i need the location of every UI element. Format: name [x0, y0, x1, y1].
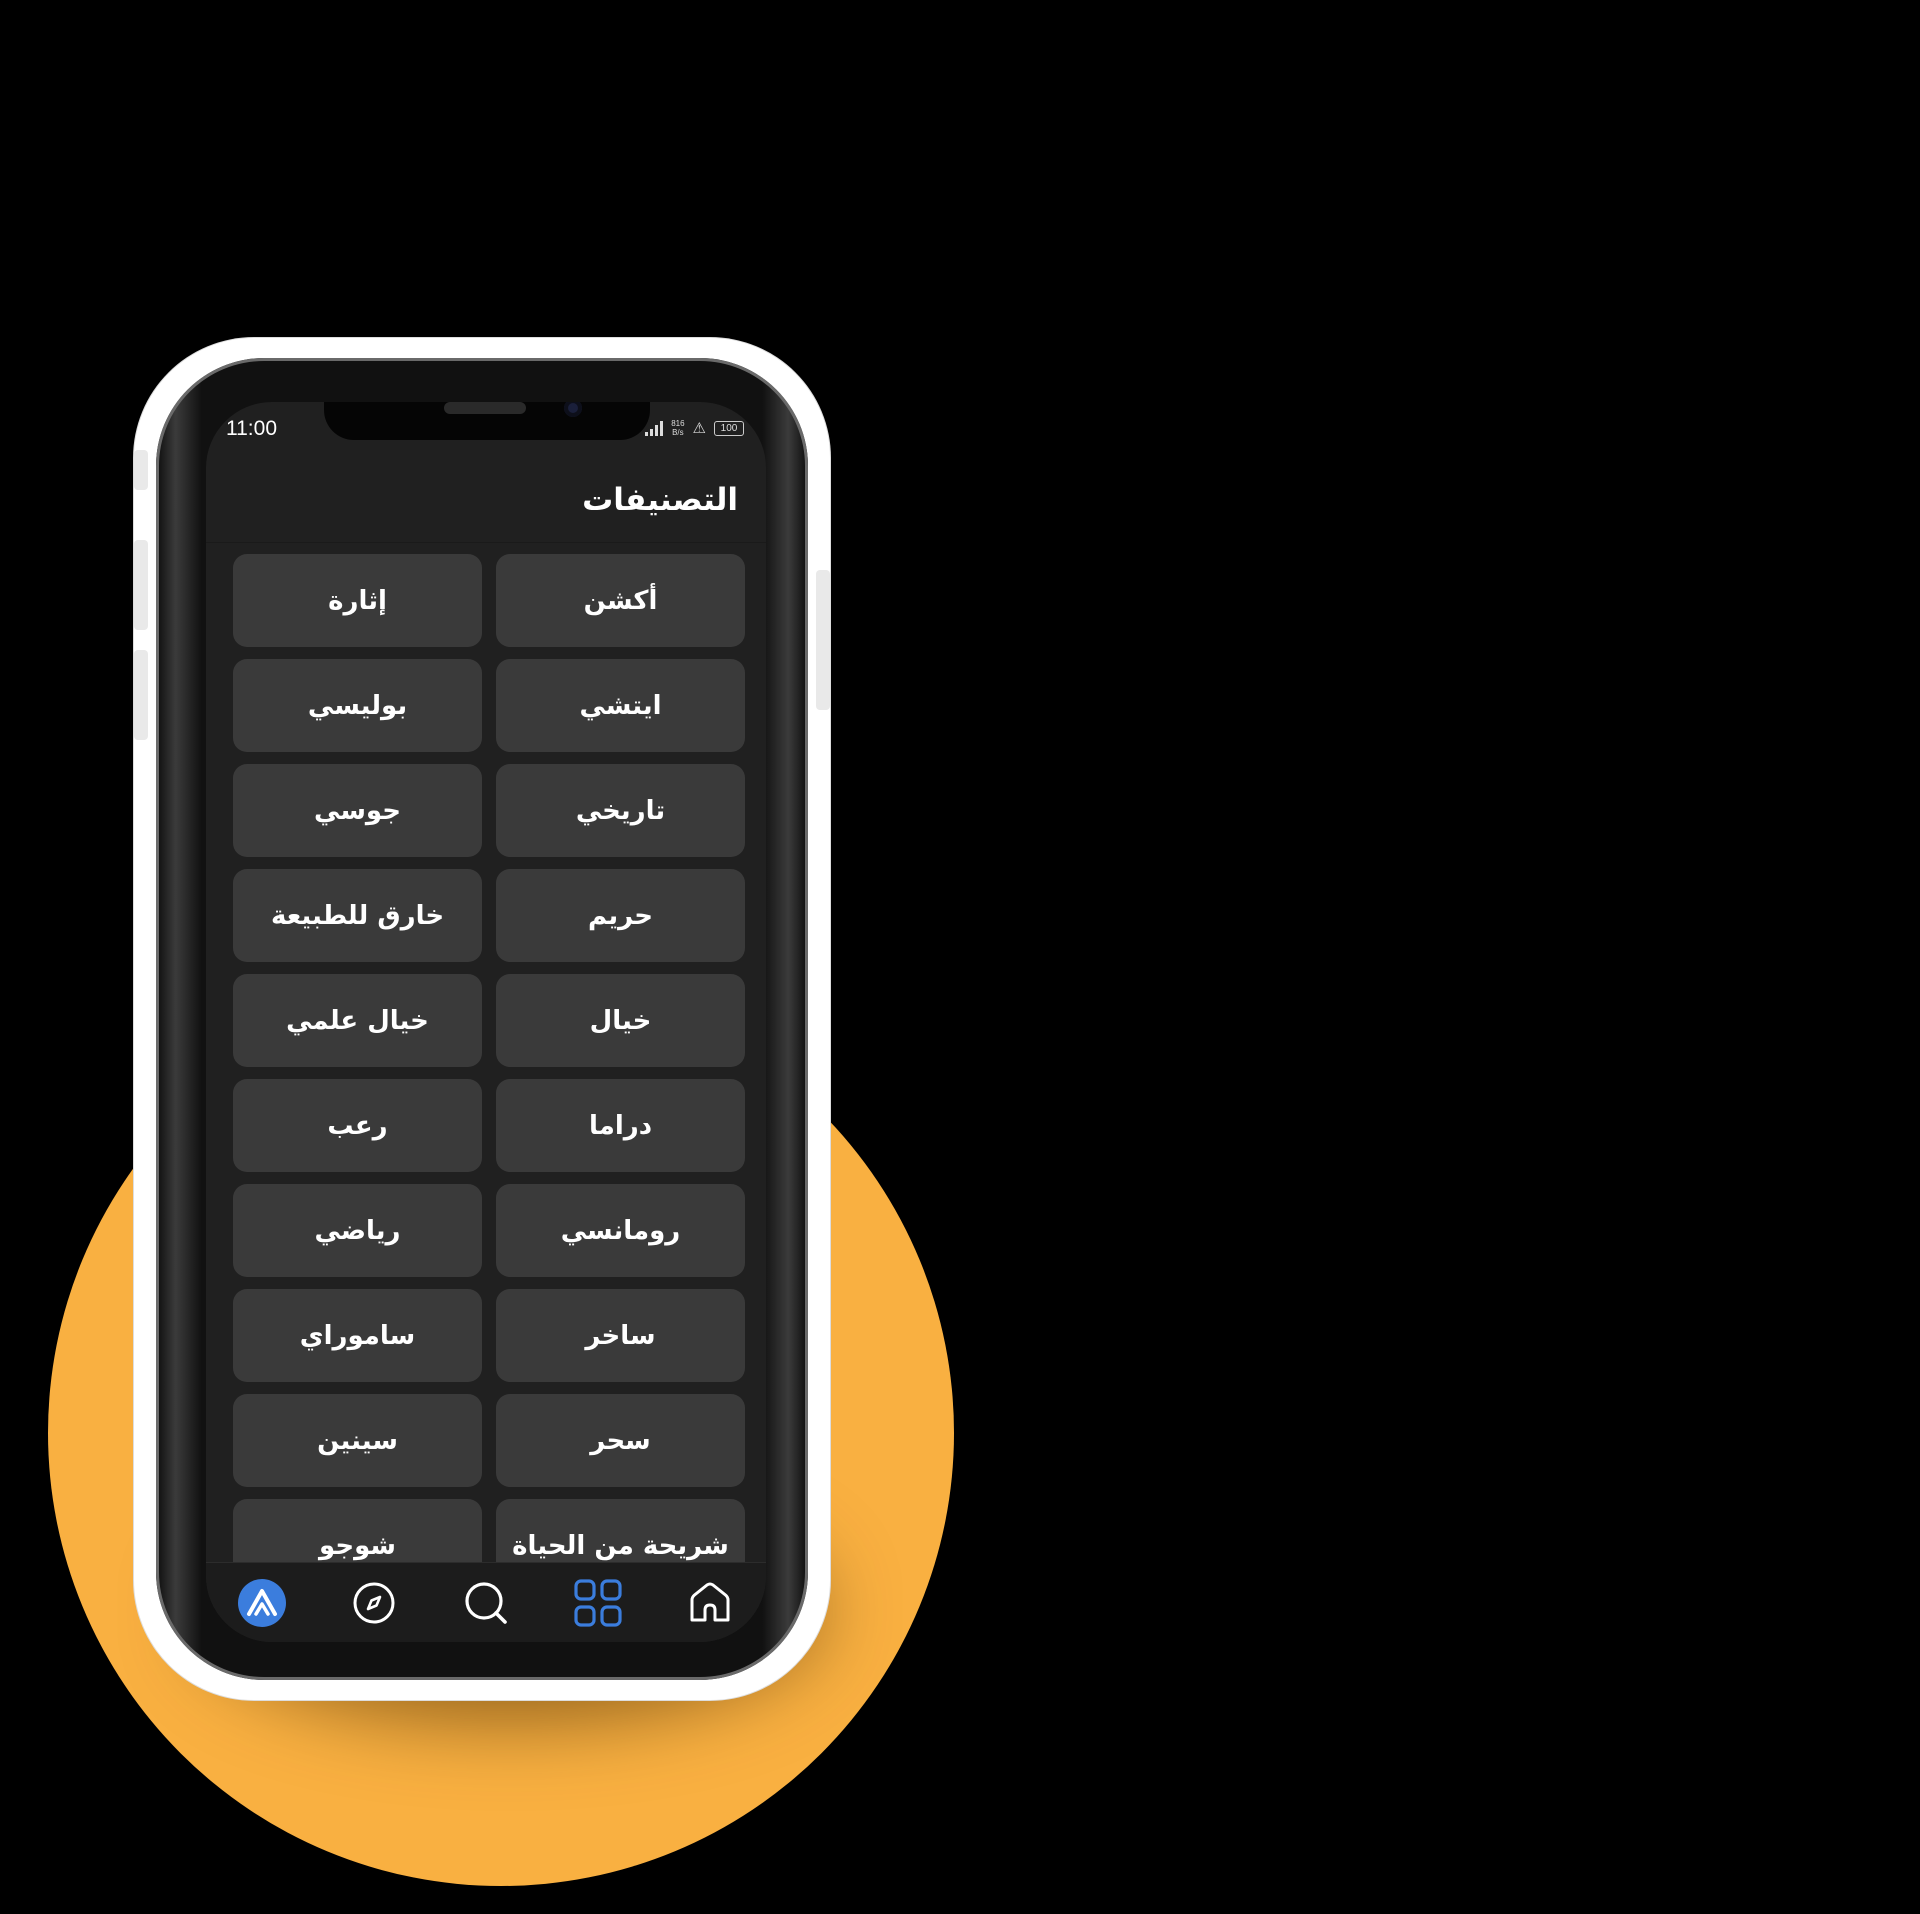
nav-search[interactable] [451, 1568, 521, 1638]
nav-home[interactable] [675, 1568, 745, 1638]
front-camera [564, 402, 582, 417]
categories-grid: أكشن إثارة ايتشي بوليسي تاريخي جوسي حريم… [233, 554, 745, 1592]
category-button-historical[interactable]: تاريخي [496, 764, 745, 857]
app-logo-icon [238, 1579, 286, 1627]
category-button-sci-fi[interactable]: خيال علمي [233, 974, 482, 1067]
phone-screen: 11:00 816 B/s ⚠ 100 التصنيفات أكشن إثارة… [206, 402, 766, 1642]
category-button-drama[interactable]: دراما [496, 1079, 745, 1172]
category-button-seinen[interactable]: سينين [233, 1394, 482, 1487]
category-button-samurai[interactable]: ساموراي [233, 1289, 482, 1382]
network-speed: 816 B/s [671, 419, 684, 437]
earpiece-speaker [444, 402, 526, 414]
battery-icon: 100 [714, 420, 744, 436]
category-button-police[interactable]: بوليسي [233, 659, 482, 752]
status-time: 11:00 [226, 417, 277, 440]
home-icon [690, 1582, 730, 1622]
category-button-sports[interactable]: رياضي [233, 1184, 482, 1277]
category-button-fantasy[interactable]: خيال [496, 974, 745, 1067]
network-speed-value: 816 [671, 419, 685, 428]
side-button-power [816, 570, 830, 710]
alert-icon: ⚠ [692, 419, 706, 437]
category-button-romance[interactable]: رومانسي [496, 1184, 745, 1277]
category-button-magic[interactable]: سحر [496, 1394, 745, 1487]
nav-categories[interactable] [563, 1568, 633, 1638]
bottom-nav [206, 1562, 766, 1642]
category-button-supernatural[interactable]: خارق للطبيعة [233, 869, 482, 962]
stage: 11:00 816 B/s ⚠ 100 التصنيفات أكشن إثارة… [0, 0, 1920, 1914]
side-button-mute [134, 450, 148, 490]
grid-icon [574, 1579, 622, 1627]
category-button-josei[interactable]: جوسي [233, 764, 482, 857]
nav-explore[interactable] [339, 1568, 409, 1638]
signal-icon [645, 420, 664, 436]
page-title: التصنيفات [582, 482, 738, 518]
category-button-parody[interactable]: ساخر [496, 1289, 745, 1382]
status-icons: 816 B/s ⚠ 100 [645, 419, 744, 437]
category-button-ecchi[interactable]: ايتشي [496, 659, 745, 752]
notch [324, 402, 650, 440]
category-button-horror[interactable]: رعب [233, 1079, 482, 1172]
search-icon [465, 1582, 507, 1624]
side-button-volume-down [134, 650, 148, 740]
category-button-thriller[interactable]: إثارة [233, 554, 482, 647]
network-speed-unit: B/s [672, 428, 684, 437]
nav-profile[interactable] [227, 1568, 297, 1638]
side-button-volume-up [134, 540, 148, 630]
compass-icon [353, 1582, 395, 1624]
category-button-harem[interactable]: حريم [496, 869, 745, 962]
header: التصنيفات [206, 462, 766, 543]
category-button-action[interactable]: أكشن [496, 554, 745, 647]
